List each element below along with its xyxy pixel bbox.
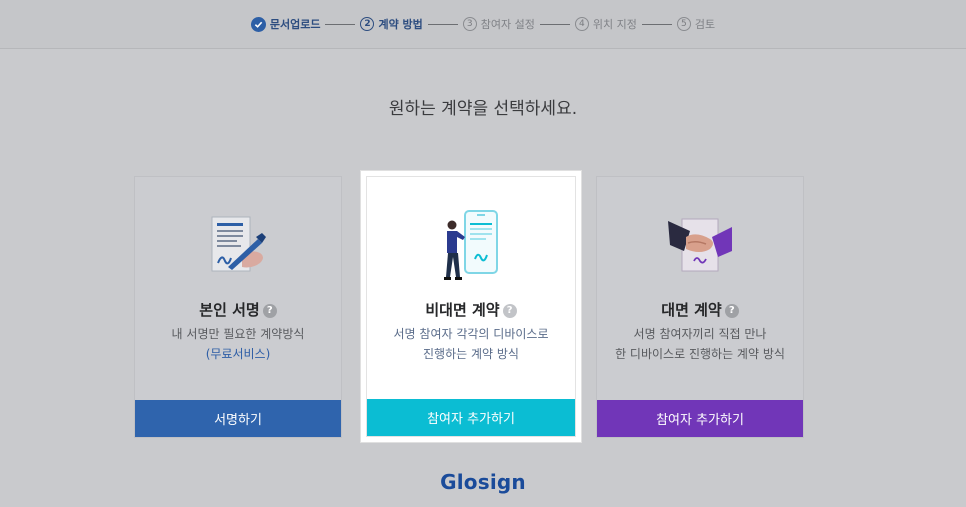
free-service-note: (무료서비스)	[205, 347, 271, 361]
step-review: 5 검토	[676, 16, 716, 32]
help-icon[interactable]: ?	[502, 304, 517, 318]
step-connector	[539, 23, 570, 25]
card-desc-line: 내 서명만 필요한 계약방식	[171, 327, 305, 341]
page-title: 원하는 계약을 선택하세요.	[388, 99, 578, 119]
sign-button[interactable]: 서명하기	[135, 400, 341, 437]
card-title-text: 대면 계약	[661, 301, 722, 319]
step-participants: 3 참여자 설정	[462, 16, 535, 32]
step-number: 5	[676, 17, 691, 31]
card-description: 서명 참여자 각각의 디바이스로 진행하는 계약 방식	[367, 324, 575, 364]
card-title-text: 비대면 계약	[425, 301, 500, 319]
card-title-text: 본인 서명	[199, 301, 260, 319]
step-number: 2	[360, 17, 375, 31]
step-label: 참여자 설정	[480, 18, 535, 31]
card-desc-line: 진행하는 계약 방식	[423, 347, 519, 361]
step-position: 4 위치 지정	[574, 16, 637, 32]
step-label: 문서업로드	[269, 18, 321, 31]
help-icon[interactable]: ?	[262, 304, 277, 318]
step-label: 계약 방법	[378, 18, 423, 31]
card-inner: 비대면 계약? 서명 참여자 각각의 디바이스로 진행하는 계약 방식 참여자 …	[366, 176, 576, 437]
step-contract-method: 2 계약 방법	[360, 16, 423, 32]
add-participant-button[interactable]: 참여자 추가하기	[367, 399, 575, 436]
step-number: 3	[462, 17, 477, 31]
step-connector	[641, 23, 672, 25]
check-circle-icon	[250, 16, 266, 32]
person-phone-icon	[431, 207, 511, 287]
card-remote-contract[interactable]: 비대면 계약? 서명 참여자 각각의 디바이스로 진행하는 계약 방식 참여자 …	[361, 171, 581, 442]
card-title: 대면 계약?	[597, 299, 803, 320]
step-connector	[325, 23, 356, 25]
step-label: 위치 지정	[592, 18, 637, 31]
help-icon[interactable]: ?	[724, 304, 739, 318]
card-description: 서명 참여자끼리 직접 만나 한 디바이스로 진행하는 계약 방식	[597, 324, 803, 364]
step-upload: 문서업로드	[250, 16, 321, 32]
document-pen-icon	[198, 207, 278, 287]
step-number: 4	[574, 17, 589, 31]
card-desc-line: 한 디바이스로 진행하는 계약 방식	[615, 347, 785, 361]
card-self-sign[interactable]: 본인 서명? 내 서명만 필요한 계약방식 (무료서비스) 서명하기	[134, 176, 342, 438]
card-description: 내 서명만 필요한 계약방식 (무료서비스)	[135, 324, 341, 364]
step-label: 검토	[694, 18, 716, 31]
card-desc-line: 서명 참여자끼리 직접 만나	[633, 327, 767, 341]
card-in-person-contract[interactable]: 대면 계약? 서명 참여자끼리 직접 만나 한 디바이스로 진행하는 계약 방식…	[596, 176, 804, 438]
add-participant-button[interactable]: 참여자 추가하기	[597, 400, 803, 437]
handshake-icon	[660, 207, 740, 287]
card-title: 본인 서명?	[135, 299, 341, 320]
card-desc-line: 서명 참여자 각각의 디바이스로	[393, 327, 549, 341]
step-connector	[427, 23, 458, 25]
glosign-logo: Glosign	[440, 470, 526, 494]
card-title: 비대면 계약?	[367, 299, 575, 320]
progress-stepper: 문서업로드 2 계약 방법 3 참여자 설정 4 위치 지정 5 검토	[0, 0, 966, 49]
